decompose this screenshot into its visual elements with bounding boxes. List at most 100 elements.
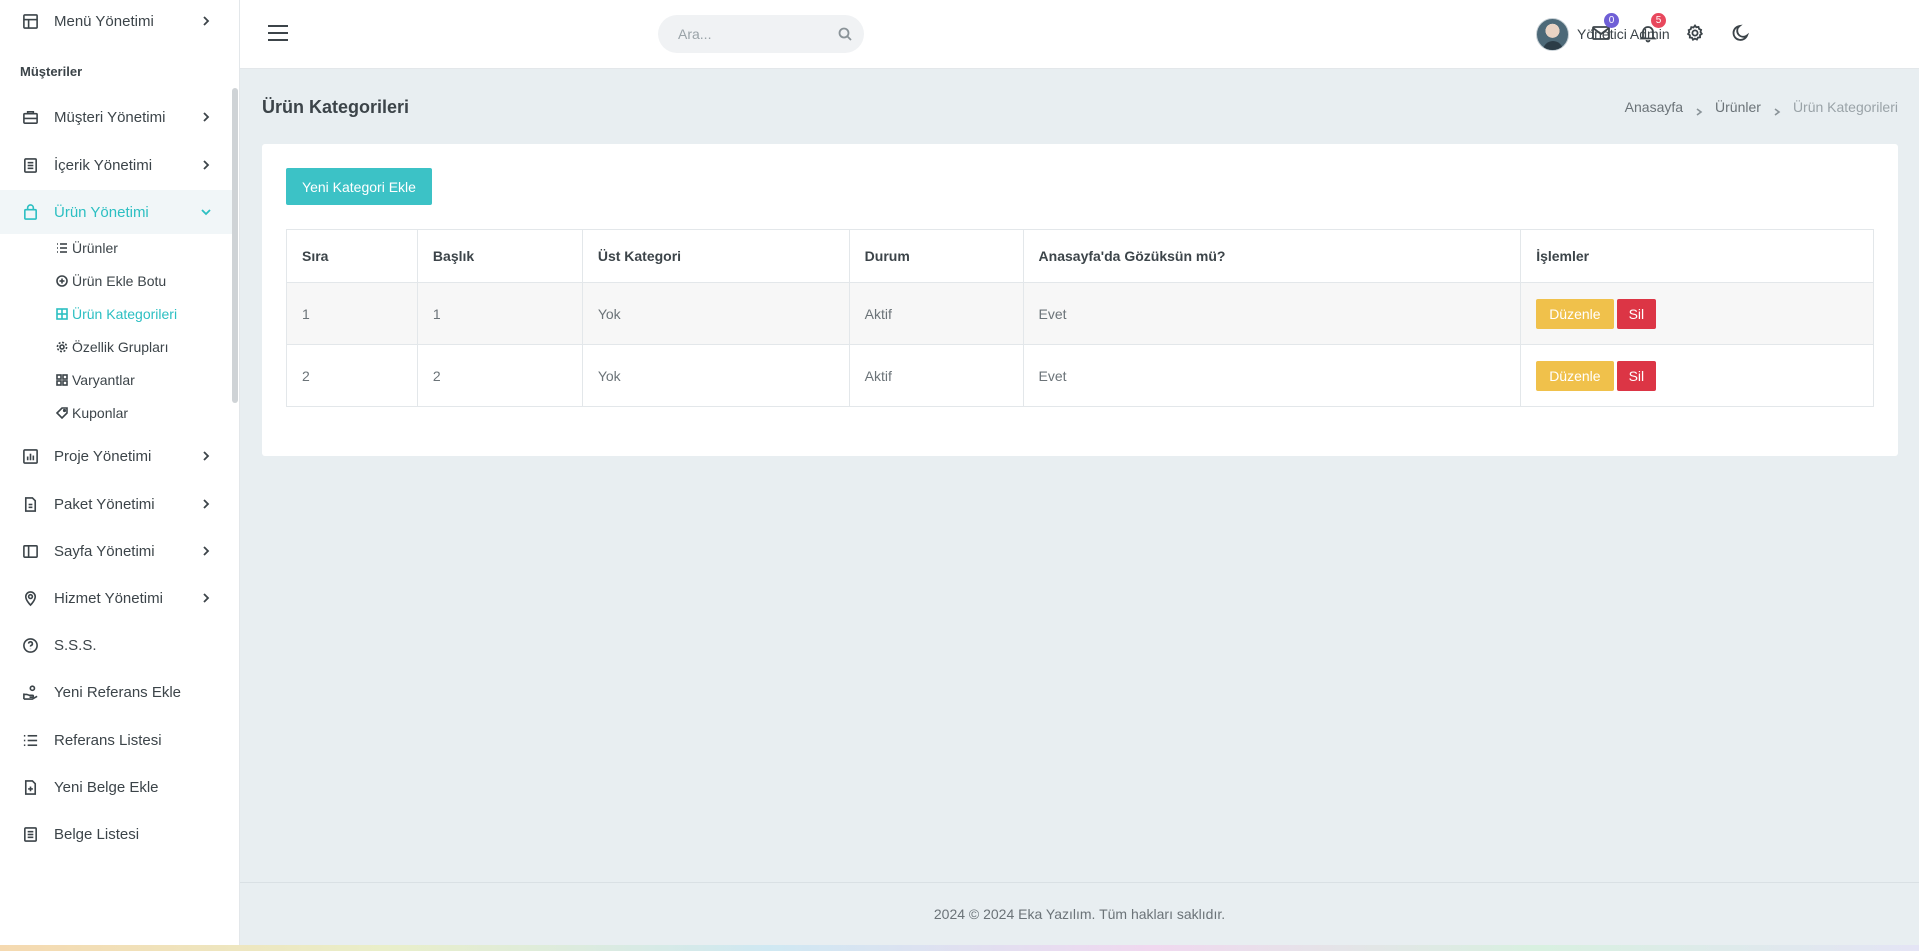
- delete-button[interactable]: Sil: [1616, 298, 1657, 329]
- edit-button[interactable]: Düzenle: [1536, 298, 1614, 329]
- layout-icon: [21, 12, 39, 30]
- submenu-label: Özellik Grupları: [72, 339, 169, 355]
- avatar[interactable]: [1536, 18, 1569, 51]
- column-header[interactable]: Durum: [848, 229, 1024, 283]
- list-icon: [56, 242, 68, 254]
- list-icon: [21, 731, 39, 749]
- chevron-right-icon: [200, 544, 212, 556]
- breadcrumb-link-urunler[interactable]: Ürünler: [1715, 99, 1761, 115]
- sidebar-item-label: Yeni Belge Ekle: [54, 778, 159, 796]
- categories-card: Yeni Kategori Ekle Sıra Başlık Üst Kateg…: [262, 144, 1898, 456]
- sidebar-item-musteri[interactable]: Müşteri Yönetimi: [0, 95, 232, 139]
- top-header: 0 5 Yönetici Admin: [240, 0, 1919, 69]
- sidebar-item-label: Belge Listesi: [54, 825, 140, 843]
- sidebar-item-menu[interactable]: Menü Yönetimi: [0, 0, 232, 43]
- breadcrumb-current: Ürün Kategorileri: [1792, 99, 1898, 115]
- sidebar-item-paket[interactable]: Paket Yönetimi: [0, 482, 232, 526]
- cog-icon: [56, 341, 68, 353]
- submenu-item-kuponlar[interactable]: Kuponlar: [56, 405, 128, 421]
- search-box: [658, 15, 864, 53]
- sidebar-item-referans-listesi[interactable]: Referans Listesi: [0, 718, 232, 762]
- sidebar-item-urun[interactable]: Ürün Yönetimi: [0, 190, 232, 234]
- cell-durum: Aktif: [848, 344, 1024, 407]
- cell-anasayfa: Evet: [1022, 344, 1522, 407]
- table-row: 1 1 Yok Aktif Evet Düzenle Sil: [286, 282, 1874, 345]
- cell-ust-kategori: Yok: [581, 344, 850, 407]
- chevron-right-icon: [200, 449, 212, 461]
- sidebar-item-label: Proje Yönetimi: [54, 447, 152, 465]
- submenu-label: Ürünler: [72, 240, 118, 256]
- gear-icon: [1686, 23, 1704, 41]
- hand-coin-icon: [21, 683, 39, 701]
- cell-anasayfa: Evet: [1022, 282, 1522, 345]
- grid-icon: [56, 308, 68, 320]
- breadcrumb: Anasayfa Ürünler Ürün Kategorileri: [1625, 99, 1898, 116]
- chevron-down-icon: [200, 205, 212, 217]
- dark-mode-toggle[interactable]: [1731, 23, 1753, 45]
- footer-copyright: 2024 © 2024 Eka Yazılım. Tüm hakları sak…: [933, 906, 1226, 922]
- chevron-right-icon: [200, 591, 212, 603]
- sidebar-item-yeni-belge[interactable]: Yeni Belge Ekle: [0, 765, 232, 809]
- cell-baslik: 2: [416, 344, 583, 407]
- submenu-item-varyantlar[interactable]: Varyantlar: [56, 372, 135, 388]
- submenu-item-urunler[interactable]: Ürünler: [56, 240, 118, 256]
- submenu-item-urun-ekle-botu[interactable]: Ürün Ekle Botu: [56, 273, 166, 289]
- search-icon[interactable]: [838, 27, 852, 41]
- cell-actions: Düzenle Sil: [1520, 344, 1874, 407]
- sidebar-item-label: Müşteri Yönetimi: [54, 108, 166, 126]
- chevron-right-icon: [200, 158, 212, 170]
- sidebar-item-label: Referans Listesi: [54, 731, 162, 749]
- delete-button[interactable]: Sil: [1616, 360, 1657, 391]
- sidebar-item-proje[interactable]: Proje Yönetimi: [0, 434, 232, 478]
- submenu-label: Varyantlar: [72, 372, 135, 388]
- table-header-row: Sıra Başlık Üst Kategori Durum Anasayfa'…: [286, 229, 1874, 283]
- cell-durum: Aktif: [848, 282, 1024, 345]
- sidebar-item-sss[interactable]: S.S.S.: [0, 623, 232, 667]
- user-name[interactable]: Yönetici Admin: [1577, 26, 1670, 42]
- submenu-label: Ürün Kategorileri: [72, 306, 178, 322]
- briefcase-icon: [21, 108, 39, 126]
- sidebar-item-icerik[interactable]: İçerik Yönetimi: [0, 143, 232, 187]
- sidebar-item-belge-listesi[interactable]: Belge Listesi: [0, 812, 232, 856]
- sidebar-item-yeni-referans[interactable]: Yeni Referans Ekle: [0, 670, 232, 714]
- sidebar: Menü Yönetimi Müşteriler Müşteri Yönetim…: [0, 0, 240, 951]
- document-list-icon: [21, 156, 39, 174]
- edit-button[interactable]: Düzenle: [1536, 360, 1614, 391]
- sidebar-item-sayfa[interactable]: Sayfa Yönetimi: [0, 529, 232, 573]
- file-text-icon: [21, 495, 39, 513]
- page-title: Ürün Kategorileri: [262, 97, 410, 117]
- sidebar-scrollbar[interactable]: [232, 88, 238, 403]
- column-header[interactable]: Sıra: [286, 229, 418, 283]
- sidebar-item-hizmet[interactable]: Hizmet Yönetimi: [0, 576, 232, 620]
- chevron-right-icon: [200, 14, 212, 26]
- chevron-right-icon: [1695, 103, 1703, 116]
- chevron-right-icon: [200, 497, 212, 509]
- map-pin-icon: [21, 589, 39, 607]
- sidebar-item-label: Paket Yönetimi: [54, 495, 155, 513]
- file-plus-icon: [21, 778, 39, 796]
- sidebar-item-label: Sayfa Yönetimi: [54, 542, 155, 560]
- submenu-item-urun-kategorileri[interactable]: Ürün Kategorileri: [56, 306, 177, 322]
- breadcrumb-link-anasayfa[interactable]: Anasayfa: [1625, 99, 1683, 115]
- bar-chart-icon: [21, 447, 39, 465]
- tag-icon: [56, 407, 68, 419]
- submenu-item-ozellik-gruplari[interactable]: Özellik Grupları: [56, 339, 168, 355]
- settings-button[interactable]: [1685, 23, 1707, 45]
- cell-sira: 1: [286, 282, 418, 345]
- cell-ust-kategori: Yok: [581, 282, 850, 345]
- column-header[interactable]: Üst Kategori: [581, 229, 850, 283]
- document-list-icon: [21, 825, 39, 843]
- categories-table: Sıra Başlık Üst Kategori Durum Anasayfa'…: [286, 229, 1874, 407]
- column-header[interactable]: Başlık: [416, 229, 583, 283]
- column-header[interactable]: Anasayfa'da Gözüksün mü?: [1022, 229, 1522, 283]
- submenu-label: Ürün Ekle Botu: [72, 273, 167, 289]
- moon-icon: [1732, 24, 1750, 41]
- add-category-button[interactable]: Yeni Kategori Ekle: [286, 168, 432, 205]
- search-input[interactable]: [678, 26, 828, 42]
- shopping-bag-icon: [21, 203, 39, 221]
- squares-icon: [56, 374, 68, 386]
- chevron-right-icon: [200, 110, 212, 122]
- menu-toggle-icon[interactable]: [268, 25, 288, 43]
- cell-sira: 2: [286, 344, 418, 407]
- cell-baslik: 1: [416, 282, 583, 345]
